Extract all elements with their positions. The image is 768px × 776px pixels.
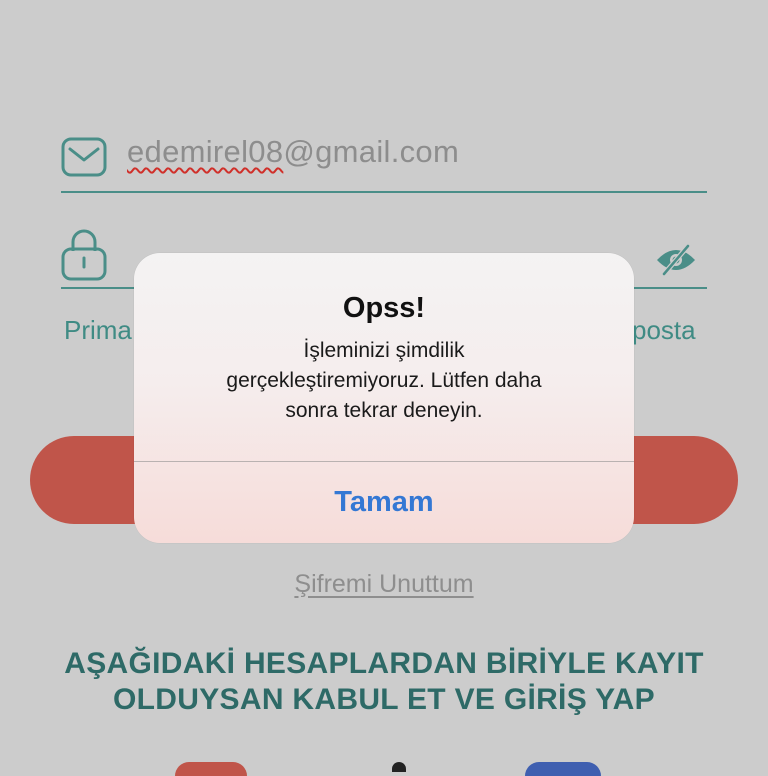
social-heading-line1: AŞAĞIDAKİ HESAPLARDAN BİRİYLE KAYIT [64,647,704,680]
email-domain-part: @gmail.com [283,134,460,169]
email-local-part: edemirel08 [127,134,284,169]
social-login-heading: AŞAĞIDAKİ HESAPLARDAN BİRİYLE KAYIT OLDU… [0,646,768,718]
dialog-message-line1: İşleminizi şimdilik [303,339,465,362]
google-login-button[interactable] [175,762,247,776]
email-input-value[interactable]: edemirel08@gmail.com [127,134,459,170]
social-heading-line2: OLDUYSAN KABUL ET VE GİRİŞ YAP [113,683,655,716]
facebook-login-button[interactable] [525,762,601,776]
email-underline [61,191,707,193]
dialog-message: İşleminizi şimdilik gerçekleştiremiyoruz… [160,336,608,426]
eye-slash-icon[interactable] [655,243,697,277]
lock-icon [61,229,107,281]
apple-login-button[interactable] [392,762,406,772]
envelope-icon [61,137,107,177]
dialog-title: Opss! [342,292,426,324]
dialog-message-line3: sonra tekrar deneyin. [285,399,483,422]
dialog-ok-button[interactable]: Tamam [134,462,634,543]
forgot-password-link[interactable]: Şifremi Unuttum [0,570,768,599]
dialog-message-line2: gerçekleştiremiyoruz. Lütfen daha [226,369,542,392]
